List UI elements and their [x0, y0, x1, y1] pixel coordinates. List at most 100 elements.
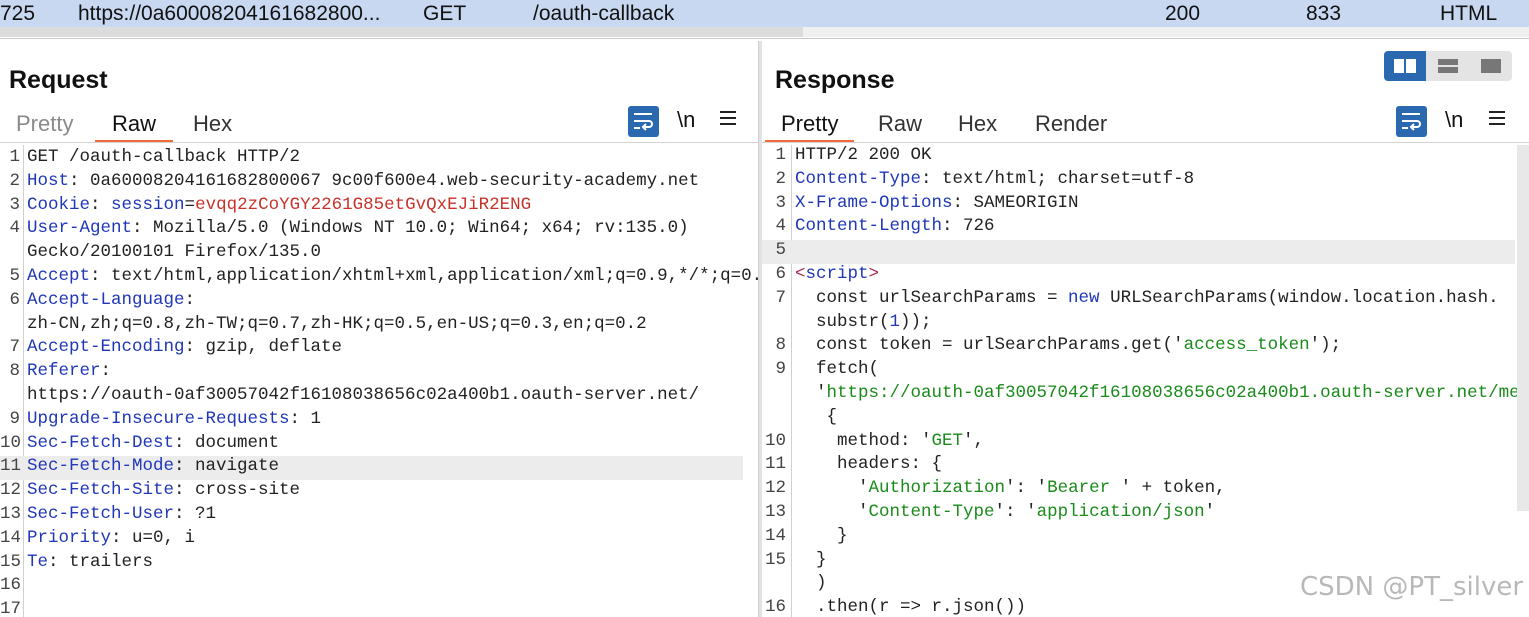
word-wrap-icon[interactable]: [628, 106, 659, 137]
code-line[interactable]: 12 Sec-Fetch-Site: cross-site: [0, 480, 743, 504]
show-newlines-icon[interactable]: \n: [677, 107, 695, 133]
response-tab-hex[interactable]: Hex: [958, 109, 997, 143]
code-token: Referer: [27, 361, 101, 382]
code-token: : gzip, deflate: [184, 337, 343, 358]
code-line[interactable]: 5 Accept: text/html,application/xhtml+xml…: [0, 266, 758, 290]
line-number: 2: [775, 168, 786, 189]
code-line[interactable]: 17: [0, 599, 743, 617]
code-line[interactable]: 1 GET /oauth-callback HTTP/2: [0, 147, 743, 171]
code-line[interactable]: {: [762, 407, 1515, 431]
layout-stacked-button[interactable]: [1427, 51, 1469, 81]
code-line[interactable]: 2 Content-Type: text/html; charset=utf-8: [762, 169, 1515, 193]
code-token: : SAMEORIGIN: [952, 192, 1079, 213]
line-number: 11: [764, 454, 786, 475]
line-number: 1: [9, 147, 20, 167]
response-vertical-scrollbar[interactable]: [1517, 145, 1529, 511]
history-scrollbar-thumb[interactable]: [0, 27, 803, 37]
code-line[interactable]: 2 Host: 0a60008204161682800067 9c00f600e4…: [0, 171, 743, 195]
code-line[interactable]: Gecko/20100101 Firefox/135.0: [0, 242, 743, 266]
code-line[interactable]: 8 Referer:: [0, 361, 743, 385]
response-editor[interactable]: 1 HTTP/2 200 OK 2 Content-Type: text/html; …: [762, 145, 1529, 617]
line-code: headers: {: [795, 454, 942, 474]
code-line[interactable]: https://oauth-0af30057042f16108038656c02…: [0, 385, 743, 409]
watermark: CSDN @PT_silver: [1300, 572, 1524, 602]
history-status: 200: [1165, 2, 1201, 25]
code-line[interactable]: 14 }: [762, 526, 1515, 550]
request-pane: Request Pretty Raw Hex \n 1 GET /oauth-ca…: [0, 41, 758, 617]
code-line[interactable]: 1 HTTP/2 200 OK: [762, 145, 1515, 169]
response-tab-render[interactable]: Render: [1035, 109, 1107, 143]
layout-single-button[interactable]: [1470, 51, 1512, 81]
show-newlines-icon[interactable]: \n: [1445, 107, 1463, 133]
code-token: : text/html; charset=utf-8: [921, 168, 1195, 189]
code-line[interactable]: 13 'Content-Type': 'application/json': [762, 502, 1515, 526]
code-line[interactable]: 8 const token = urlSearchParams.get('acc…: [762, 335, 1515, 359]
line-code: <script>: [795, 264, 879, 284]
code-line[interactable]: 3 Cookie: session=evqq2zCoYGY2261G85etGvQ…: [0, 195, 743, 219]
code-token: :: [100, 361, 112, 382]
line-number: 13: [0, 504, 22, 524]
code-token: Sec-Fetch-Site: [27, 480, 175, 501]
code-line[interactable]: 10 method: 'GET',: [762, 431, 1515, 455]
history-host: https://0a60008204161682800...: [78, 2, 381, 25]
code-token: application/json: [1036, 502, 1205, 522]
menu-icon[interactable]: [719, 107, 737, 134]
request-title: Request: [9, 66, 108, 94]
code-line[interactable]: 5: [762, 240, 1515, 264]
line-code: Sec-Fetch-Dest: document: [27, 433, 279, 453]
line-code: Sec-Fetch-User: ?1: [27, 504, 216, 524]
code-line[interactable]: 14 Priority: u=0, i: [0, 528, 743, 552]
code-line[interactable]: 15 Te: trailers: [0, 552, 743, 576]
code-line[interactable]: 11 headers: {: [762, 454, 1515, 478]
code-token: headers: {: [795, 454, 943, 475]
code-line[interactable]: 10 Sec-Fetch-Dest: document: [0, 433, 743, 457]
code-token: Sec-Fetch-Dest: [27, 432, 175, 453]
history-separator: [0, 38, 1529, 39]
code-line[interactable]: 4 User-Agent: Mozilla/5.0 (Windows NT 10.…: [0, 218, 743, 242]
request-tab-pretty[interactable]: Pretty: [16, 109, 73, 143]
code-token: URLSearchParams(window.location.hash.: [1099, 287, 1499, 308]
code-line[interactable]: substr(1));: [762, 312, 1515, 336]
response-tab-pretty[interactable]: Pretty: [765, 109, 855, 143]
code-line[interactable]: 11 Sec-Fetch-Mode: navigate: [0, 456, 743, 481]
line-code: method: 'GET',: [795, 431, 984, 451]
code-line[interactable]: 9 fetch(: [762, 359, 1515, 383]
request-tab-raw[interactable]: Raw: [95, 109, 174, 143]
word-wrap-icon[interactable]: [1396, 106, 1427, 137]
code-line[interactable]: 15 }: [762, 550, 1515, 574]
line-code: GET /oauth-callback HTTP/2: [27, 147, 300, 167]
request-tab-hex[interactable]: Hex: [193, 109, 232, 143]
code-token: Te: [27, 551, 49, 572]
code-token: const token = urlSearchParams.get(': [795, 335, 1184, 356]
layout-side-by-side-button[interactable]: [1384, 51, 1426, 81]
code-line[interactable]: 7 Accept-Encoding: gzip, deflate: [0, 337, 743, 361]
line-number: 10: [764, 430, 786, 451]
line-code: X-Frame-Options: SAMEORIGIN: [795, 193, 1079, 213]
line-code: https://oauth-0af30057042f16108038656c02…: [27, 385, 699, 405]
line-code: Sec-Fetch-Mode: navigate: [27, 456, 279, 476]
code-line[interactable]: 'https://oauth-0af30057042f16108038656c0…: [762, 383, 1529, 407]
menu-icon[interactable]: [1488, 107, 1506, 134]
code-line[interactable]: 13 Sec-Fetch-User: ?1: [0, 504, 743, 528]
response-tab-raw[interactable]: Raw: [878, 109, 922, 143]
code-token: access_token: [1183, 335, 1310, 356]
code-line[interactable]: 6 <script>: [762, 264, 1515, 288]
code-token: =: [184, 194, 196, 215]
response-pane: Response Pretty Raw Hex Render \n 1 HTTP/…: [762, 41, 1529, 617]
code-token: new: [1068, 287, 1100, 308]
line-code: }: [795, 526, 848, 546]
request-editor[interactable]: 1 GET /oauth-callback HTTP/2 2 Host: 0a6000…: [0, 145, 758, 617]
history-row-selected[interactable]: 725 https://0a60008204161682800... GET /…: [0, 0, 1529, 27]
code-token: Host: [27, 170, 70, 191]
code-token: Sec-Fetch-Mode: [27, 456, 175, 477]
code-line[interactable]: 16: [0, 575, 743, 599]
code-line[interactable]: 6 Accept-Language:: [0, 290, 743, 314]
line-code: 'https://oauth-0af30057042f16108038656c0…: [795, 383, 1529, 403]
code-line[interactable]: 3 X-Frame-Options: SAMEORIGIN: [762, 193, 1515, 217]
code-line[interactable]: 4 Content-Length: 726: [762, 216, 1515, 240]
code-line[interactable]: zh-CN,zh;q=0.8,zh-TW;q=0.7,zh-HK;q=0.5,e…: [0, 314, 743, 338]
code-token: : ?1: [174, 504, 217, 524]
code-line[interactable]: 9 Upgrade-Insecure-Requests: 1: [0, 409, 743, 433]
code-line[interactable]: 7 const urlSearchParams = new URLSearchP…: [762, 288, 1515, 312]
code-line[interactable]: 12 'Authorization': 'Bearer ' + token,: [762, 478, 1515, 502]
